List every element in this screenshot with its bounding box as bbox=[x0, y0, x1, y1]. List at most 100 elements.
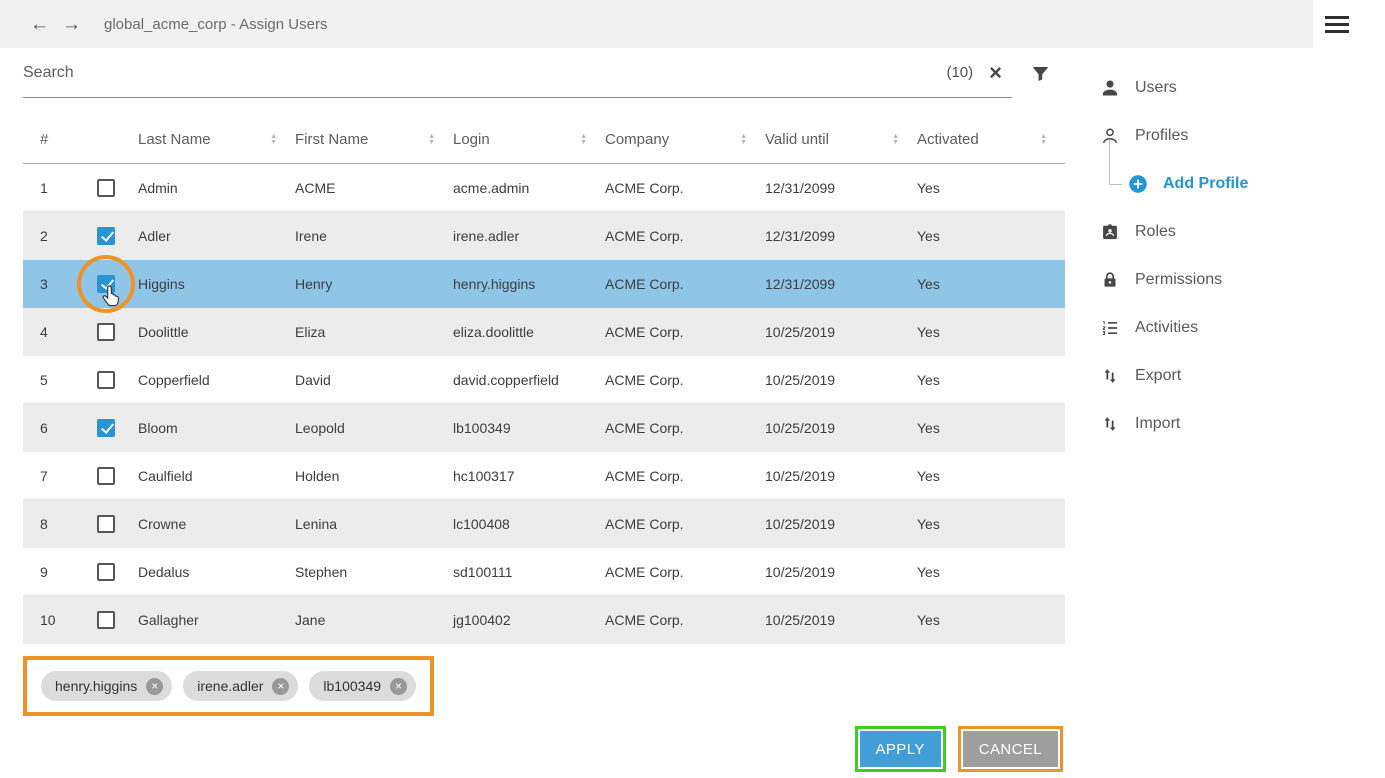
cell-login: david.copperfield bbox=[453, 372, 605, 388]
column-header-valid[interactable]: Valid until ▲▼ bbox=[765, 131, 917, 148]
cell-company: ACME Corp. bbox=[605, 516, 765, 532]
numbered-list-icon bbox=[1100, 318, 1120, 338]
cell-first: Irene bbox=[295, 228, 453, 244]
cell-first: Jane bbox=[295, 612, 453, 628]
column-header-first[interactable]: First Name ▲▼ bbox=[295, 131, 453, 148]
assign-users-screen: ← → global_acme_corp - Assign Users (10)… bbox=[0, 0, 1385, 778]
menu-button[interactable] bbox=[1313, 0, 1385, 48]
cell-company: ACME Corp. bbox=[605, 228, 765, 244]
cell-checkbox bbox=[97, 419, 138, 437]
cell-valid: 10/25/2019 bbox=[765, 516, 917, 532]
row-checkbox[interactable] bbox=[97, 515, 115, 533]
cell-checkbox bbox=[97, 563, 138, 581]
cell-first: Leopold bbox=[295, 420, 453, 436]
cancel-button[interactable]: CANCEL bbox=[963, 731, 1058, 767]
table-row[interactable]: 4DoolittleElizaeliza.doolittleACME Corp.… bbox=[23, 308, 1065, 356]
filter-icon[interactable] bbox=[1030, 63, 1051, 84]
sort-icon[interactable]: ▲▼ bbox=[1040, 134, 1047, 146]
row-checkbox[interactable] bbox=[97, 419, 115, 437]
annotation-apply-highlight: APPLY bbox=[855, 726, 946, 772]
cell-number: 4 bbox=[23, 324, 97, 340]
cell-company: ACME Corp. bbox=[605, 468, 765, 484]
back-arrow-icon[interactable]: ← bbox=[30, 15, 49, 34]
search-bar: (10) × bbox=[23, 48, 1065, 98]
row-checkbox[interactable] bbox=[97, 323, 115, 341]
sidebar-item-add-profile[interactable]: Add Profile bbox=[1065, 160, 1385, 208]
table-row[interactable]: 7CaulfieldHoldenhc100317ACME Corp.10/25/… bbox=[23, 452, 1065, 500]
table-row[interactable]: 5CopperfieldDaviddavid.copperfieldACME C… bbox=[23, 356, 1065, 404]
sidebar-item-users[interactable]: Users bbox=[1065, 64, 1385, 112]
column-header-company[interactable]: Company▲▼ bbox=[605, 131, 765, 148]
chip-remove-icon[interactable]: × bbox=[272, 678, 289, 695]
row-checkbox[interactable] bbox=[97, 611, 115, 629]
cell-activated: Yes bbox=[917, 276, 1065, 292]
cell-checkbox bbox=[97, 515, 138, 533]
search-field: (10) × bbox=[23, 48, 1012, 98]
chip-remove-icon[interactable]: × bbox=[390, 678, 407, 695]
cell-checkbox bbox=[97, 323, 138, 341]
column-header-label: First Name bbox=[295, 131, 368, 148]
cell-valid: 10/25/2019 bbox=[765, 324, 917, 340]
cell-checkbox bbox=[97, 611, 138, 629]
column-header-label: Valid until bbox=[765, 131, 829, 148]
forward-arrow-icon[interactable]: → bbox=[62, 15, 81, 34]
cell-company: ACME Corp. bbox=[605, 612, 765, 628]
cell-valid: 10/25/2019 bbox=[765, 468, 917, 484]
sidebar-item-import[interactable]: Import bbox=[1065, 400, 1385, 448]
row-checkbox[interactable] bbox=[97, 467, 115, 485]
row-checkbox[interactable] bbox=[97, 275, 115, 293]
selected-users-chips: henry.higgins×irene.adler×lb100349× bbox=[23, 656, 434, 716]
row-checkbox[interactable] bbox=[97, 563, 115, 581]
table-row[interactable]: 3HigginsHenryhenry.higginsACME Corp.12/3… bbox=[23, 260, 1065, 308]
column-header-activated[interactable]: Activated▲▼ bbox=[917, 131, 1065, 148]
column-header-last[interactable]: Last Name▲▼ bbox=[138, 131, 295, 148]
sidebar-item-activities[interactable]: Activities bbox=[1065, 304, 1385, 352]
cell-valid: 12/31/2099 bbox=[765, 276, 917, 292]
cell-login: sd100111 bbox=[453, 564, 605, 580]
cell-last: Doolittle bbox=[138, 324, 295, 340]
cell-last: Crowne bbox=[138, 516, 295, 532]
user-icon bbox=[1100, 78, 1120, 98]
cell-last: Dedalus bbox=[138, 564, 295, 580]
row-checkbox[interactable] bbox=[97, 179, 115, 197]
table-row[interactable]: 6BloomLeopoldlb100349ACME Corp.10/25/201… bbox=[23, 404, 1065, 452]
apply-button[interactable]: APPLY bbox=[860, 731, 941, 767]
cell-activated: Yes bbox=[917, 564, 1065, 580]
swap-vert-icon bbox=[1100, 366, 1120, 386]
cell-number: 5 bbox=[23, 372, 97, 388]
main-content: (10) × #Last Name▲▼First Name▲▼Login▲▼Co… bbox=[0, 48, 1065, 772]
sidebar-item-permissions[interactable]: Permissions bbox=[1065, 256, 1385, 304]
row-checkbox[interactable] bbox=[97, 227, 115, 245]
table-row[interactable]: 1AdminACMEacme.adminACME Corp.12/31/2099… bbox=[23, 164, 1065, 212]
table-row[interactable]: 9DedalusStephensd100111ACME Corp.10/25/2… bbox=[23, 548, 1065, 596]
cell-activated: Yes bbox=[917, 372, 1065, 388]
table-row[interactable]: 2AdlerIreneirene.adlerACME Corp.12/31/20… bbox=[23, 212, 1065, 260]
chip-remove-icon[interactable]: × bbox=[146, 678, 163, 695]
selected-user-chip: henry.higgins× bbox=[41, 671, 172, 701]
table-row[interactable]: 8CrowneLeninalc100408ACME Corp.10/25/201… bbox=[23, 500, 1065, 548]
cell-activated: Yes bbox=[917, 420, 1065, 436]
row-checkbox[interactable] bbox=[97, 371, 115, 389]
sidebar-item-roles[interactable]: Roles bbox=[1065, 208, 1385, 256]
cell-first: Eliza bbox=[295, 324, 453, 340]
sidebar-item-export[interactable]: Export bbox=[1065, 352, 1385, 400]
sort-icon[interactable]: ▲▼ bbox=[740, 134, 747, 146]
table-row[interactable]: 10GallagherJanejg100402ACME Corp.10/25/2… bbox=[23, 596, 1065, 644]
cell-checkbox bbox=[97, 227, 138, 245]
sidebar-nav: UsersProfilesAdd ProfileRolesPermissions… bbox=[1065, 48, 1385, 778]
cell-last: Bloom bbox=[138, 420, 295, 436]
column-header-num: # bbox=[23, 131, 97, 148]
sort-icon[interactable]: ▲▼ bbox=[892, 134, 899, 146]
sort-icon[interactable]: ▲▼ bbox=[428, 134, 435, 146]
search-input[interactable] bbox=[23, 64, 936, 82]
sort-icon[interactable]: ▲▼ bbox=[580, 134, 587, 146]
column-header-login[interactable]: Login▲▼ bbox=[453, 131, 605, 148]
clear-search-icon[interactable]: × bbox=[989, 62, 1002, 84]
selected-user-chip: lb100349× bbox=[309, 671, 416, 701]
sort-icon[interactable]: ▲▼ bbox=[270, 134, 277, 146]
cell-activated: Yes bbox=[917, 324, 1065, 340]
sidebar-item-label: Export bbox=[1135, 367, 1181, 385]
badge-icon bbox=[1100, 222, 1120, 242]
cell-company: ACME Corp. bbox=[605, 276, 765, 292]
cell-activated: Yes bbox=[917, 180, 1065, 196]
